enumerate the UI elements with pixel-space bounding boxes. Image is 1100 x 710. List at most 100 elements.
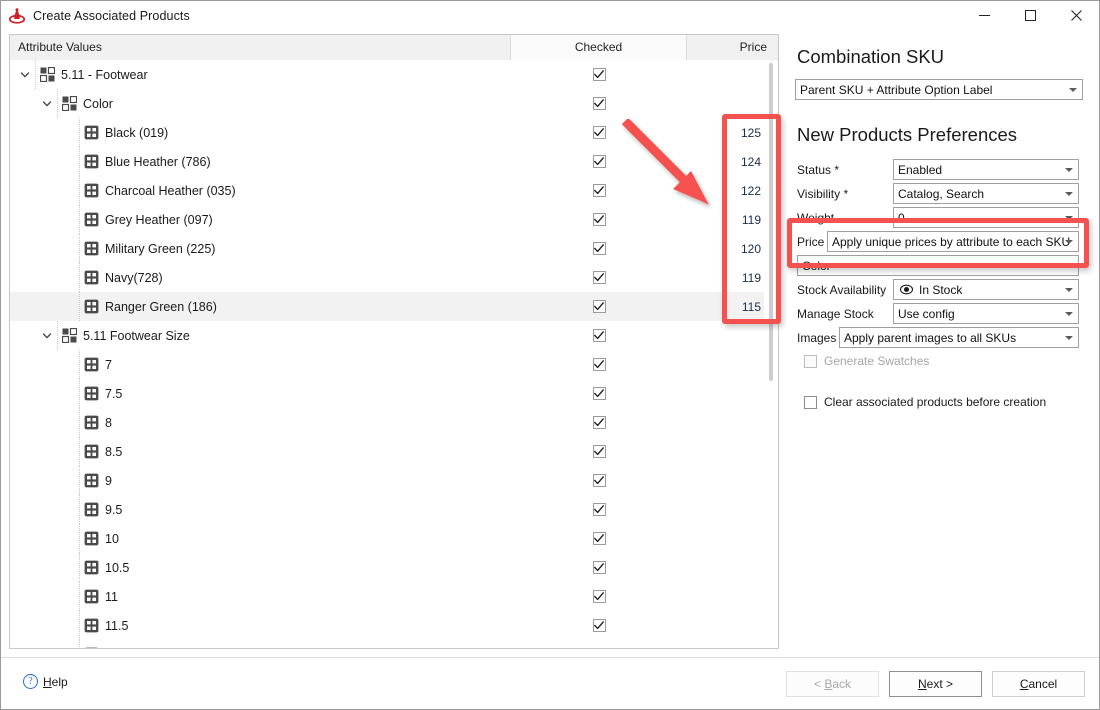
grid-row[interactable]: Grey Heather (097) 119 xyxy=(10,205,778,234)
grid-row[interactable]: 5.11 - Footwear xyxy=(10,60,778,89)
checked-cell[interactable] xyxy=(511,329,687,342)
grid-row[interactable] xyxy=(10,640,778,648)
checked-cell[interactable] xyxy=(511,213,687,226)
expand-collapse-icon[interactable] xyxy=(40,329,54,343)
column-header-checked[interactable]: Checked xyxy=(511,34,687,60)
grid-row[interactable]: 11.5 xyxy=(10,611,778,640)
close-button[interactable] xyxy=(1053,1,1099,30)
row-checkbox[interactable] xyxy=(592,300,606,313)
grid-row[interactable]: Black (019) 125 xyxy=(10,118,778,147)
price-select[interactable]: Apply unique prices by attribute to each… xyxy=(827,231,1079,252)
checked-cell[interactable] xyxy=(511,532,687,545)
cancel-button[interactable]: Cancel xyxy=(992,671,1085,697)
manage-stock-select[interactable]: Use config xyxy=(893,303,1079,324)
grid-row[interactable]: Blue Heather (786) 124 xyxy=(10,147,778,176)
checked-cell[interactable] xyxy=(511,503,687,516)
row-checkbox[interactable] xyxy=(592,97,606,110)
combination-sku-select[interactable]: Parent SKU + Attribute Option Label xyxy=(795,79,1083,100)
attribute-label: Color xyxy=(83,96,113,111)
next-button[interactable]: Next > xyxy=(889,671,982,697)
checked-cell[interactable] xyxy=(511,619,687,632)
combination-sku-heading: Combination SKU xyxy=(797,46,945,67)
clear-associated-products-label: Clear associated products before creatio… xyxy=(824,395,1047,409)
checked-cell[interactable] xyxy=(511,561,687,574)
minimize-button[interactable] xyxy=(961,1,1007,30)
checked-cell[interactable] xyxy=(511,358,687,371)
weight-select[interactable]: 0 xyxy=(893,207,1079,228)
grid-row[interactable]: 8.5 xyxy=(10,437,778,466)
grid-row[interactable]: 10 xyxy=(10,524,778,553)
back-button[interactable]: < Back xyxy=(786,671,879,697)
generate-swatches-checkbox[interactable]: Generate Swatches xyxy=(804,354,1087,368)
checked-cell[interactable] xyxy=(511,445,687,458)
row-checkbox[interactable] xyxy=(592,184,606,197)
grid-row[interactable]: 8 xyxy=(10,408,778,437)
grid-vertical-scrollbar[interactable] xyxy=(764,61,777,647)
grid-row[interactable]: 11 xyxy=(10,582,778,611)
row-checkbox[interactable] xyxy=(592,155,606,168)
tree-guide xyxy=(76,640,84,648)
attribute-label: 5.11 Footwear Size xyxy=(83,328,190,343)
checked-cell[interactable] xyxy=(511,126,687,139)
grid-row[interactable]: 9.5 xyxy=(10,495,778,524)
row-checkbox[interactable] xyxy=(592,619,606,632)
status-select[interactable]: Enabled xyxy=(893,159,1079,180)
row-checkbox[interactable] xyxy=(592,474,606,487)
scrollbar-thumb[interactable] xyxy=(769,63,773,381)
row-checkbox[interactable] xyxy=(592,590,606,603)
row-checkbox[interactable] xyxy=(592,561,606,574)
attribute-label: Navy(728) xyxy=(105,270,163,285)
grid-row[interactable]: Ranger Green (186) 115 xyxy=(10,292,778,321)
grid-row[interactable]: Military Green (225) 120 xyxy=(10,234,778,263)
images-row: Images Apply parent images to all SKUs xyxy=(797,327,1087,348)
row-checkbox[interactable] xyxy=(592,358,606,371)
row-checkbox[interactable] xyxy=(592,503,606,516)
column-header-attribute-values[interactable]: Attribute Values xyxy=(10,34,511,60)
row-checkbox[interactable] xyxy=(592,329,606,342)
attribute-label: 7.5 xyxy=(105,386,123,401)
checked-cell[interactable] xyxy=(511,387,687,400)
row-checkbox[interactable] xyxy=(592,416,606,429)
checked-cell[interactable] xyxy=(511,590,687,603)
checked-cell[interactable] xyxy=(511,97,687,110)
grid-row[interactable]: Navy(728) 119 xyxy=(10,263,778,292)
visibility-select[interactable]: Catalog, Search xyxy=(893,183,1079,204)
checked-cell[interactable] xyxy=(511,68,687,81)
column-header-price[interactable]: Price xyxy=(687,34,777,60)
grid-row[interactable]: 9 xyxy=(10,466,778,495)
maximize-button[interactable] xyxy=(1007,1,1053,30)
expand-collapse-icon[interactable] xyxy=(18,68,32,82)
row-checkbox[interactable] xyxy=(592,242,606,255)
help-link[interactable]: ? Help xyxy=(23,674,68,689)
row-checkbox[interactable] xyxy=(592,213,606,226)
grid-row[interactable]: Charcoal Heather (035) 122 xyxy=(10,176,778,205)
attribute-cell xyxy=(10,640,511,648)
checked-cell[interactable] xyxy=(511,271,687,284)
attribute-label: Ranger Green (186) xyxy=(105,299,217,314)
checked-cell[interactable] xyxy=(511,416,687,429)
row-checkbox[interactable] xyxy=(592,445,606,458)
checked-cell[interactable] xyxy=(511,242,687,255)
stock-availability-select[interactable]: In Stock xyxy=(893,279,1079,300)
row-checkbox[interactable] xyxy=(592,271,606,284)
row-checkbox[interactable] xyxy=(592,532,606,545)
checked-cell[interactable] xyxy=(511,155,687,168)
checked-cell[interactable] xyxy=(511,474,687,487)
row-checkbox[interactable] xyxy=(592,126,606,139)
checked-cell[interactable] xyxy=(511,184,687,197)
attribute-cell: Color xyxy=(10,89,511,118)
chevron-down-icon xyxy=(1065,191,1073,196)
combination-sku-value: Parent SKU + Attribute Option Label xyxy=(800,82,993,97)
row-checkbox[interactable] xyxy=(592,68,606,81)
grid-row[interactable]: 7 xyxy=(10,350,778,379)
clear-associated-products-checkbox[interactable]: Clear associated products before creatio… xyxy=(804,395,1087,409)
images-select[interactable]: Apply parent images to all SKUs xyxy=(839,327,1079,348)
grid-row[interactable]: 10.5 xyxy=(10,553,778,582)
row-checkbox[interactable] xyxy=(592,387,606,400)
grid-row[interactable]: 7.5 xyxy=(10,379,778,408)
checked-cell[interactable] xyxy=(511,300,687,313)
grid-row[interactable]: 5.11 Footwear Size xyxy=(10,321,778,350)
price-attribute-select[interactable]: Color xyxy=(797,255,1079,276)
grid-row[interactable]: Color xyxy=(10,89,778,118)
expand-collapse-icon[interactable] xyxy=(40,97,54,111)
